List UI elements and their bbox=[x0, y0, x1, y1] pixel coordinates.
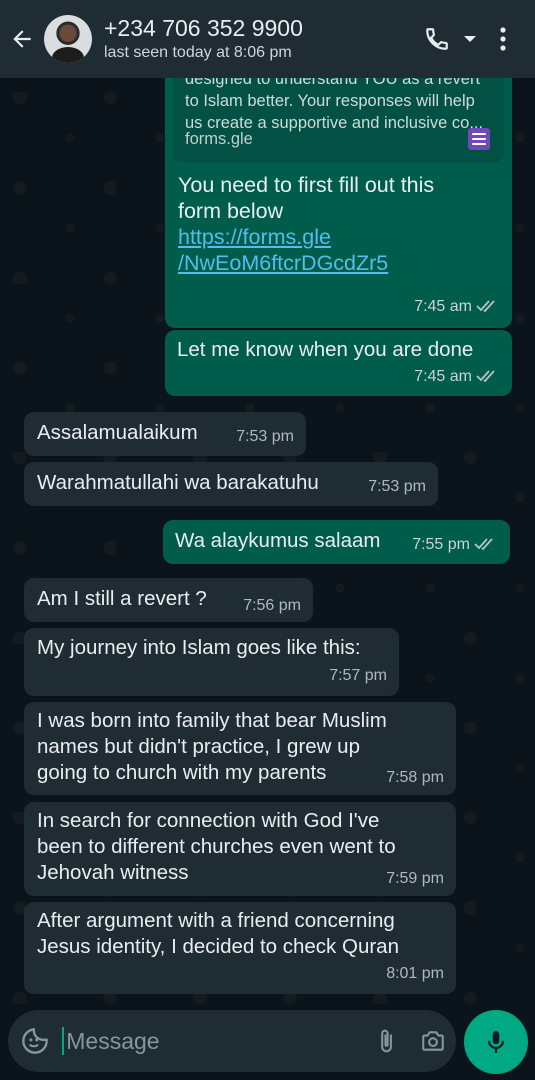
voice-message-button[interactable] bbox=[464, 1010, 528, 1074]
message-text: Am I still a revert ? bbox=[37, 587, 207, 610]
message-text: After argument with a friend concerning bbox=[37, 909, 395, 932]
double-check-icon bbox=[476, 300, 495, 313]
message-time: 7:57 pm bbox=[329, 667, 387, 684]
chat-header: +234 706 352 9900 last seen today at 8:0… bbox=[0, 0, 535, 78]
message-input[interactable] bbox=[66, 1027, 363, 1055]
message-text: Assalamualaikum bbox=[37, 421, 198, 444]
paperclip-icon bbox=[380, 1029, 392, 1053]
attach-button[interactable] bbox=[362, 1010, 409, 1072]
message-time: 7:58 pm bbox=[386, 769, 444, 786]
message-list[interactable]: designed to understand YOU as a revert t… bbox=[0, 78, 535, 1008]
preview-description-line: to Islam better. Your responses will hel… bbox=[185, 92, 475, 110]
message-outgoing[interactable]: Let me know when you are done 7:45 am bbox=[165, 330, 512, 396]
message-incoming[interactable]: My journey into Islam goes like this: 7:… bbox=[24, 628, 399, 696]
message-text: In search for connection with God I've bbox=[37, 809, 380, 832]
contact-info[interactable]: +234 706 352 9900 last seen today at 8:0… bbox=[104, 14, 419, 64]
phone-icon bbox=[426, 28, 448, 50]
message-incoming[interactable]: Warahmatullahi wa barakatuhu 7:53 pm bbox=[24, 462, 438, 506]
dropdown-caret-icon bbox=[464, 36, 476, 42]
message-composer bbox=[8, 1010, 456, 1072]
camera-icon bbox=[421, 1031, 444, 1051]
message-text: You need to first fill out this bbox=[178, 173, 435, 197]
message-text: My journey into Islam goes like this: bbox=[37, 636, 361, 659]
message-text: I was born into family that bear Muslim bbox=[37, 709, 387, 732]
message-text: Jehovah witness bbox=[37, 861, 189, 884]
message-outgoing[interactable]: designed to understand YOU as a revert t… bbox=[165, 78, 512, 328]
emoji-button[interactable] bbox=[8, 1010, 62, 1072]
message-time: 7:45 am bbox=[414, 298, 472, 315]
link-preview[interactable]: designed to understand YOU as a revert t… bbox=[173, 78, 504, 162]
message-time: 7:55 pm bbox=[412, 536, 470, 553]
message-text: been to different churches even went to bbox=[37, 835, 396, 858]
google-forms-icon bbox=[468, 128, 490, 150]
preview-site: forms.gle bbox=[185, 130, 253, 148]
call-options-button[interactable] bbox=[459, 19, 481, 59]
message-text: Let me know when you are done bbox=[177, 338, 474, 361]
message-incoming[interactable]: In search for connection with God I've b… bbox=[24, 802, 456, 896]
contact-name: +234 706 352 9900 bbox=[104, 15, 303, 41]
more-options-button[interactable] bbox=[485, 19, 521, 59]
message-time: 7:53 pm bbox=[368, 478, 426, 495]
double-check-icon bbox=[476, 370, 495, 383]
microphone-icon bbox=[487, 1031, 505, 1053]
message-incoming[interactable]: I was born into family that bear Muslim … bbox=[24, 702, 456, 795]
form-link[interactable]: https://forms.gle bbox=[178, 224, 434, 250]
message-text: form below bbox=[178, 199, 284, 223]
message-time: 8:01 pm bbox=[386, 965, 444, 982]
double-check-icon bbox=[474, 538, 493, 551]
message-time: 7:59 pm bbox=[386, 870, 444, 887]
back-button[interactable] bbox=[0, 0, 44, 78]
call-button[interactable] bbox=[419, 19, 455, 59]
message-incoming[interactable]: Am I still a revert ? 7:56 pm bbox=[24, 578, 313, 622]
text-cursor bbox=[62, 1027, 65, 1055]
message-time: 7:53 pm bbox=[236, 428, 294, 445]
more-vertical-icon bbox=[500, 27, 506, 51]
message-incoming[interactable]: After argument with a friend concerning … bbox=[24, 902, 456, 994]
preview-description-line: designed to understand YOU as a revert bbox=[185, 78, 481, 88]
last-seen-status: last seen today at 8:06 pm bbox=[104, 44, 292, 61]
message-text: going to church with my parents bbox=[37, 761, 327, 784]
message-outgoing[interactable]: Wa alaykumus salaam 7:55 pm bbox=[163, 520, 510, 564]
message-time: 7:56 pm bbox=[243, 597, 301, 614]
message-text: Wa alaykumus salaam bbox=[175, 529, 381, 552]
message-text: Jesus identity, I decided to check Quran bbox=[37, 935, 399, 958]
message-incoming[interactable]: Assalamualaikum 7:53 pm bbox=[24, 412, 306, 456]
sticker-icon bbox=[22, 1028, 49, 1054]
message-text: names but didn't practice, I grew up bbox=[37, 735, 360, 758]
back-arrow-icon bbox=[13, 30, 31, 48]
camera-button[interactable] bbox=[409, 1010, 456, 1072]
avatar[interactable] bbox=[44, 15, 92, 63]
form-link[interactable]: /NwEoM6ftcrDGcdZr5 bbox=[178, 250, 434, 276]
message-time: 7:45 am bbox=[414, 368, 472, 385]
message-text: Warahmatullahi wa barakatuhu bbox=[37, 471, 319, 494]
